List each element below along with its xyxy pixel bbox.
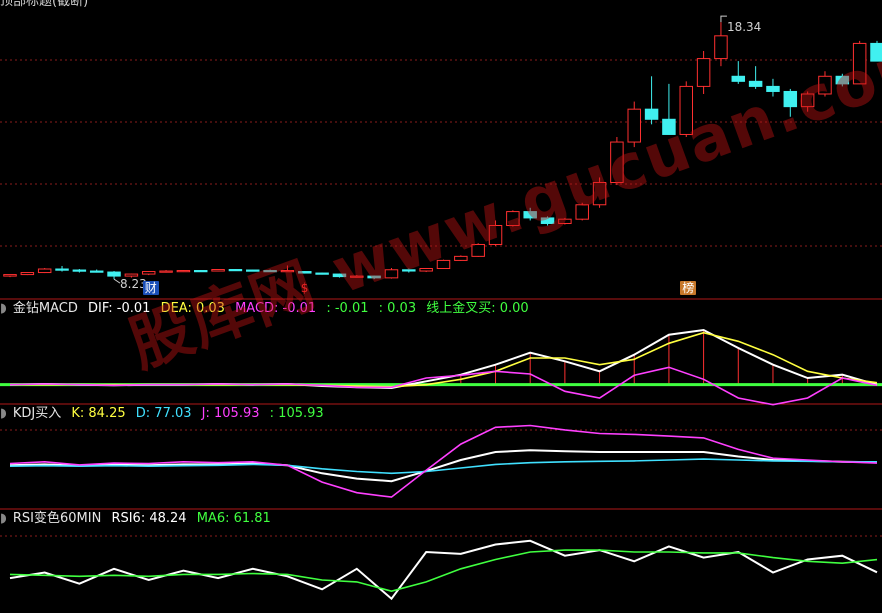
macd-dot-icon: ◗: [0, 301, 7, 316]
candle-body: [159, 270, 173, 273]
candle-body: [696, 58, 711, 87]
candle-body: [55, 268, 69, 271]
candle-body: [37, 268, 52, 274]
rsi-indicator-name[interactable]: RSI变色60MIN: [13, 511, 101, 526]
macd-cross-value: 线上金叉买: 0.00: [426, 301, 529, 316]
rsi6-value: RSI6: 48.24: [111, 511, 187, 526]
rsi-dot-icon: ◗: [0, 511, 7, 526]
candle-body: [3, 274, 17, 277]
candle-body: [176, 270, 191, 273]
rsi-panel: [9, 539, 878, 601]
rsi-header: ◗ RSI变色60MIN RSI6: 48.24 MA6: 61.81: [0, 510, 277, 528]
kdj-indicator-name[interactable]: KDJ买入: [13, 406, 61, 421]
macd-v2-value: : 0.03: [378, 301, 417, 316]
kdj-header: ◗ KDJ买入 K: 84.25 D: 77.03 J: 105.93 : 105…: [0, 405, 330, 423]
price-panel-title: 顶部标题(截断): [0, 0, 94, 11]
badge-ranking[interactable]: 榜: [680, 281, 697, 295]
high-price-label: 18.34: [727, 20, 761, 34]
candle-body: [107, 271, 121, 277]
candle-body: [141, 271, 156, 275]
candle-body: [124, 273, 139, 277]
candle-body: [72, 269, 87, 272]
kdj-dot-icon: ◗: [0, 406, 7, 421]
kdj-j-value: J: 105.93: [201, 406, 260, 421]
kdj-d-value: D: 77.03: [135, 406, 192, 421]
badge-ranking-text: 榜: [682, 281, 695, 295]
candle-body: [89, 270, 104, 273]
kdj-k-value: K: 84.25: [71, 406, 126, 421]
kdj-extra-value: : 105.93: [269, 406, 324, 421]
kdj-panel: [9, 424, 878, 498]
series-line-j: [9, 424, 878, 498]
rsi-ma6-value: MA6: 61.81: [196, 511, 271, 526]
price-panel-title-text: 顶部标题(截断): [0, 0, 89, 9]
candle-body: [20, 272, 35, 276]
high-price-value: 18.34: [726, 20, 762, 35]
candle-body: [714, 35, 728, 60]
macd-indicator-name[interactable]: 金钻MACD: [13, 301, 78, 316]
series-line-rsi6: [9, 539, 878, 601]
